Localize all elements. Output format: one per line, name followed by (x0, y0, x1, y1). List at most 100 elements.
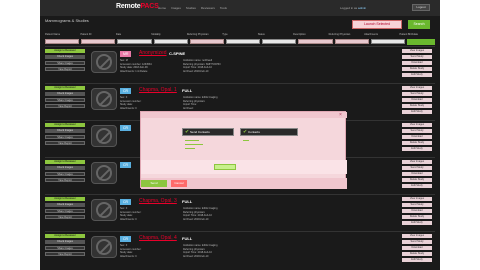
study-row[interactable]: Assign to Reviewer Check Images Share Imag… (45, 46, 435, 83)
filter-type[interactable] (226, 39, 261, 44)
search-button[interactable]: Search (408, 20, 430, 29)
tab-contacts[interactable]: ✔ Contacts (240, 128, 298, 136)
column-header[interactable]: Referring Physician (187, 33, 222, 38)
study-thumbnail[interactable] (91, 125, 117, 147)
view-images-button[interactable]: View Images (402, 160, 432, 164)
share-images-button[interactable]: Share Images (45, 209, 85, 213)
share-images-button[interactable]: Share Images (45, 61, 85, 65)
filter-referring-physician-2[interactable] (334, 39, 369, 44)
study-row[interactable]: Assign to Reviewer Check Images Share Imag… (45, 194, 435, 231)
study-thumbnail[interactable] (91, 236, 117, 258)
logout-button[interactable]: Logout (412, 4, 430, 11)
view-images-button[interactable]: View Images (402, 197, 432, 201)
filter-status[interactable] (262, 39, 297, 44)
brand-logo[interactable]: RemotePACS (116, 3, 159, 10)
assign-reviewer-button[interactable]: Assign to Reviewer (45, 86, 85, 90)
close-icon[interactable]: × (339, 112, 342, 118)
filter-referring-physician[interactable] (189, 39, 225, 44)
study-description-link[interactable]: Chapma, Opal, 4 (139, 235, 177, 241)
send-study-button[interactable]: Send Study (402, 240, 432, 244)
delete-study-button[interactable]: Delete Study (402, 178, 432, 182)
view-report-button[interactable]: View Report (45, 104, 85, 108)
share-images-button[interactable]: Share Images (45, 98, 85, 102)
delete-study-button[interactable]: Delete Study (402, 141, 432, 145)
study-thumbnail[interactable] (91, 51, 117, 73)
send-study-button[interactable]: Send Study (402, 129, 432, 133)
nav-link-home[interactable]: Home (158, 6, 166, 10)
column-header[interactable]: Patient ID (80, 33, 115, 38)
share-images-button[interactable]: Share Images (45, 172, 85, 176)
delete-study-button[interactable]: Delete Study (402, 252, 432, 256)
view-images-button[interactable]: View Images (402, 49, 432, 53)
download-button[interactable]: Download (402, 209, 432, 213)
tab-send-contacts[interactable]: ✔ Send Contacts (182, 128, 234, 136)
launch-selected-button[interactable]: Launch Selected (352, 20, 402, 29)
cancel-button[interactable]: Cancel (171, 180, 187, 187)
nav-link-reviewers[interactable]: Reviewers (201, 6, 215, 10)
assign-reviewer-button[interactable]: Assign to Reviewer (45, 197, 85, 201)
check-images-button[interactable]: Check Images (45, 203, 85, 207)
send-study-button[interactable]: Send Study (402, 92, 432, 96)
assign-reviewer-button[interactable]: Assign to Reviewer (45, 123, 85, 127)
send-study-button[interactable]: Send Study (402, 166, 432, 170)
filter-modality[interactable] (153, 39, 188, 44)
filter-date[interactable] (117, 39, 152, 44)
nav-link-images[interactable]: Images (171, 6, 181, 10)
column-header[interactable]: Patient Name (45, 33, 80, 38)
share-images-button[interactable]: Share Images (45, 246, 85, 250)
send-study-button[interactable]: Send Study (402, 55, 432, 59)
delete-study-button[interactable]: Delete Study (402, 67, 432, 71)
assign-reviewer-button[interactable]: Assign to Reviewer (45, 234, 85, 238)
column-header[interactable]: Modality (151, 33, 186, 38)
filter-attachments[interactable] (370, 39, 406, 44)
column-header[interactable]: Patient Birthdate (400, 33, 435, 38)
view-report-button[interactable]: View Report (45, 67, 85, 71)
column-header[interactable]: Referring Physician (329, 33, 364, 38)
column-header[interactable]: Date (116, 33, 151, 38)
edit-study-button[interactable]: Edit Study (402, 73, 432, 77)
delete-study-button[interactable]: Delete Study (402, 104, 432, 108)
send-button[interactable]: Send (141, 180, 167, 187)
column-header[interactable]: Attachments (364, 33, 399, 38)
edit-study-button[interactable]: Edit Study (402, 147, 432, 151)
send-study-button[interactable]: Send Study (402, 203, 432, 207)
user-name-link[interactable]: admin (358, 6, 366, 10)
check-images-button[interactable]: Check Images (45, 55, 85, 59)
view-report-button[interactable]: View Report (45, 252, 85, 256)
filter-description[interactable] (298, 39, 333, 44)
filter-patient-id[interactable] (81, 39, 116, 44)
check-images-button[interactable]: Check Images (45, 166, 85, 170)
column-header[interactable]: Description (293, 33, 328, 38)
nav-link-studies[interactable]: Studies (186, 6, 196, 10)
study-description-link[interactable]: Anonymized (139, 50, 167, 56)
nav-link-tools[interactable]: Tools (220, 6, 227, 10)
edit-study-button[interactable]: Edit Study (402, 258, 432, 262)
study-description-link[interactable]: Chapma, Opal, 1 (139, 87, 177, 93)
check-images-button[interactable]: Check Images (45, 240, 85, 244)
edit-study-button[interactable]: Edit Study (402, 110, 432, 114)
share-images-button[interactable]: Share Images (45, 135, 85, 139)
assign-reviewer-button[interactable]: Assign to Reviewer (45, 49, 85, 53)
study-thumbnail[interactable] (91, 162, 117, 184)
filter-search-button[interactable] (407, 39, 436, 45)
view-images-button[interactable]: View Images (402, 234, 432, 238)
study-thumbnail[interactable] (91, 199, 117, 221)
study-row[interactable]: Assign to Reviewer Check Images Share Imag… (45, 231, 435, 268)
view-report-button[interactable]: View Report (45, 178, 85, 182)
column-header[interactable]: Type (222, 33, 257, 38)
edit-study-button[interactable]: Edit Study (402, 221, 432, 225)
edit-study-button[interactable]: Edit Study (402, 184, 432, 188)
study-thumbnail[interactable] (91, 88, 117, 110)
download-button[interactable]: Download (402, 135, 432, 139)
download-button[interactable]: Download (402, 246, 432, 250)
study-description-link[interactable]: Chapma, Opal, 3 (139, 198, 177, 204)
check-images-button[interactable]: Check Images (45, 129, 85, 133)
check-images-button[interactable]: Check Images (45, 92, 85, 96)
view-report-button[interactable]: View Report (45, 215, 85, 219)
view-images-button[interactable]: View Images (402, 123, 432, 127)
filter-patient-name[interactable] (45, 39, 80, 44)
download-button[interactable]: Download (402, 172, 432, 176)
view-images-button[interactable]: View Images (402, 86, 432, 90)
download-button[interactable]: Download (402, 61, 432, 65)
assign-reviewer-button[interactable]: Assign to Reviewer (45, 160, 85, 164)
